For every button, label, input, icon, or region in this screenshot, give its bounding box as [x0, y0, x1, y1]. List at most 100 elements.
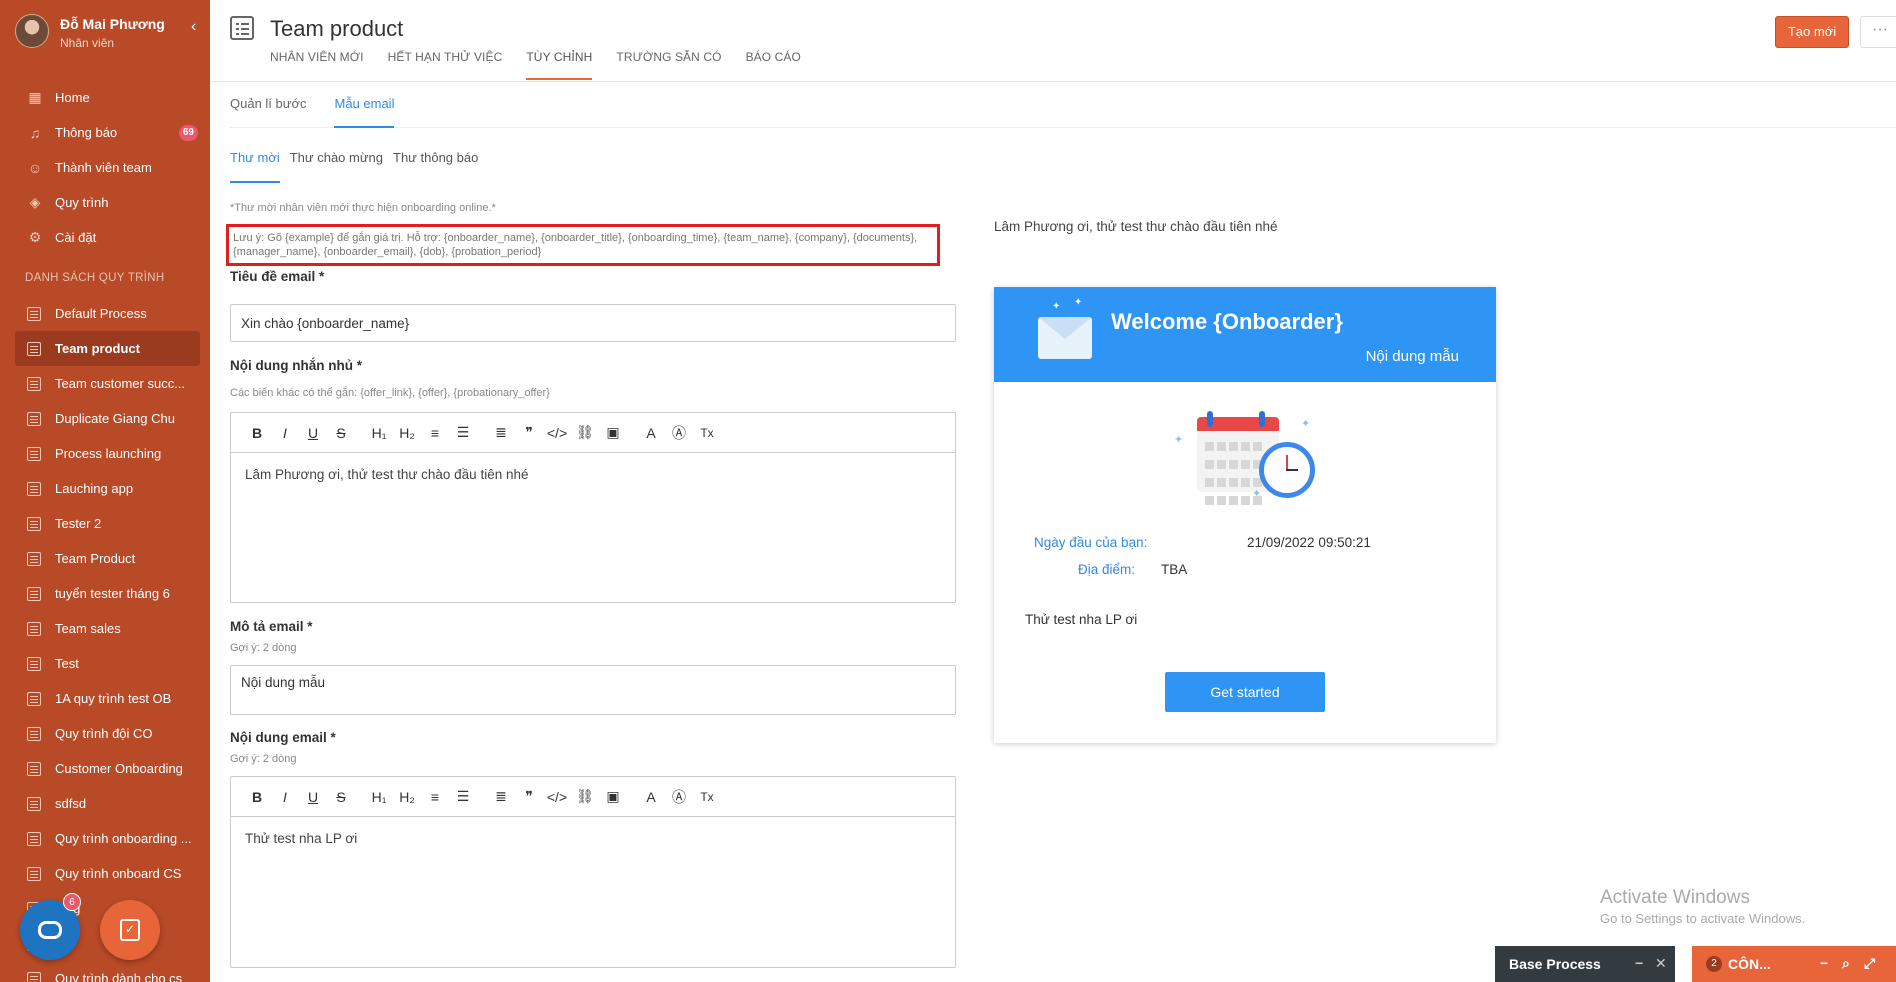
- italic-button[interactable]: I: [271, 421, 299, 445]
- nav-settings[interactable]: ⚙ Cài đặt: [15, 220, 200, 255]
- nav-notifications[interactable]: ♫ Thông báo 69: [15, 115, 200, 150]
- task-button[interactable]: ✓: [100, 900, 160, 960]
- heading1-button[interactable]: H₁: [365, 421, 393, 445]
- create-new-button[interactable]: Tạo mới: [1775, 16, 1849, 48]
- reminder-editor[interactable]: B I U S H₁ H₂ ≡ ☰ ≣ ❞ </> ⛓ ▣ A Ⓐ Tx Lâm Phương ơi, thử…: [230, 412, 956, 603]
- expand-icon[interactable]: ⤢: [1864, 955, 1875, 972]
- code-button[interactable]: </>: [543, 785, 571, 809]
- nav-processes[interactable]: ◈ Quy trình: [15, 185, 200, 220]
- sidebar-process-item[interactable]: Process launching: [15, 436, 200, 471]
- sidebar-process-item[interactable]: Customer Onboarding: [15, 751, 200, 786]
- base-process-bar[interactable]: Base Process − ✕: [1495, 946, 1675, 982]
- heading1-button[interactable]: H₁: [365, 785, 393, 809]
- sidebar-process-item[interactable]: Team customer succ...: [15, 366, 200, 401]
- nav-label: Thành viên team: [55, 160, 152, 175]
- sidebar-process-item[interactable]: Team sales: [15, 611, 200, 646]
- italic-button[interactable]: I: [271, 785, 299, 809]
- tab-available-fields[interactable]: TRƯỜNG SẴN CÓ: [616, 50, 721, 80]
- sidebar-process-item[interactable]: Test: [15, 646, 200, 681]
- blockquote-button[interactable]: ❞: [515, 421, 543, 445]
- sidebar-process-item[interactable]: Quy trình onboarding ...: [15, 821, 200, 856]
- sidebar-process-item[interactable]: Quy trình đội CO: [15, 716, 200, 751]
- user-profile[interactable]: Đỗ Mai Phương Nhân viên ‹: [15, 14, 205, 56]
- tab-notification[interactable]: Thư thông báo: [393, 140, 478, 183]
- bullet-list-button[interactable]: ☰: [449, 785, 477, 809]
- background-color-button[interactable]: Ⓐ: [665, 785, 693, 809]
- location-label: Địa điểm:: [1078, 562, 1136, 577]
- ordered-list-button[interactable]: ≡: [421, 421, 449, 445]
- bold-button[interactable]: B: [243, 421, 271, 445]
- process-label: 1A quy trình test OB: [55, 691, 172, 706]
- align-button[interactable]: ≣: [487, 785, 515, 809]
- clipboard-check-icon: ✓: [120, 919, 140, 941]
- description-input[interactable]: Nội dung mẫu: [230, 665, 956, 715]
- sidebar-process-item[interactable]: Team product: [15, 331, 200, 366]
- heading2-button[interactable]: H₂: [393, 785, 421, 809]
- sidebar-process-item[interactable]: Lauching app: [15, 471, 200, 506]
- minimize-icon[interactable]: −: [1635, 955, 1643, 971]
- sidebar-process-item[interactable]: Default Process: [15, 296, 200, 331]
- minimize-icon[interactable]: −: [1820, 955, 1828, 971]
- reminder-editor-content[interactable]: Lâm Phương ơi, thử test thư chào đầu tiê…: [231, 453, 955, 496]
- tab-welcome[interactable]: Thư chào mừng: [290, 140, 383, 183]
- sidebar-process-item[interactable]: 1A quy trình test OB: [15, 681, 200, 716]
- process-label: Customer Onboarding: [55, 761, 183, 776]
- underline-button[interactable]: U: [299, 785, 327, 809]
- clear-format-button[interactable]: Tx: [693, 785, 721, 809]
- font-color-button[interactable]: A: [637, 421, 665, 445]
- strikethrough-button[interactable]: S: [327, 421, 355, 445]
- bold-button[interactable]: B: [243, 785, 271, 809]
- close-icon[interactable]: ✕: [1655, 955, 1667, 972]
- strikethrough-button[interactable]: S: [327, 785, 355, 809]
- clear-format-button[interactable]: Tx: [693, 421, 721, 445]
- document-list-icon: [27, 481, 41, 496]
- blockquote-button[interactable]: ❞: [515, 785, 543, 809]
- sidebar-process-item[interactable]: sdfsd: [15, 786, 200, 821]
- nav-home[interactable]: ▦ Home: [15, 80, 200, 115]
- sidebar: Đỗ Mai Phương Nhân viên ‹ ▦ Home ♫ Thông…: [0, 0, 210, 982]
- sidebar-process-item[interactable]: Team Product: [15, 541, 200, 576]
- process-label: Team customer succ...: [55, 376, 186, 391]
- activation-watermark-text: Go to Settings to activate Windows.: [1600, 911, 1806, 926]
- bullet-list-button[interactable]: ☰: [449, 421, 477, 445]
- task-bar[interactable]: 2 CÔN... − ⌕ ⤢: [1692, 946, 1896, 982]
- align-button[interactable]: ≣: [487, 421, 515, 445]
- tab-customize[interactable]: TÙY CHỈNH: [526, 50, 593, 80]
- underline-button[interactable]: U: [299, 421, 327, 445]
- more-options-button[interactable]: ···: [1860, 16, 1896, 48]
- content-editor[interactable]: B I U S H₁ H₂ ≡ ☰ ≣ ❞ </> ⛓ ▣ A Ⓐ Tx Thử test nha LP ơi: [230, 776, 956, 968]
- code-button[interactable]: </>: [543, 421, 571, 445]
- tab-invitation[interactable]: Thư mời: [230, 140, 280, 183]
- tab-new-employees[interactable]: NHÂN VIÊN MỚI: [270, 50, 364, 80]
- link-button[interactable]: ⛓: [571, 785, 599, 809]
- tab-email-templates[interactable]: Mẫu email: [334, 82, 395, 128]
- subject-input[interactable]: Xin chào {onboarder_name}: [230, 304, 956, 342]
- search-icon[interactable]: ⌕: [1842, 955, 1850, 972]
- sidebar-process-item[interactable]: Quy trình dành cho cs: [15, 961, 200, 982]
- document-list-icon: [27, 341, 41, 356]
- link-button[interactable]: ⛓: [571, 421, 599, 445]
- font-color-button[interactable]: A: [637, 785, 665, 809]
- get-started-button[interactable]: Get started: [1165, 672, 1325, 712]
- document-list-icon: [27, 691, 41, 706]
- chat-badge: 6: [63, 893, 81, 911]
- image-button[interactable]: ▣: [599, 421, 627, 445]
- tab-probation-expiry[interactable]: HẾT HẠN THỬ VIỆC: [388, 50, 503, 80]
- nav-team-members[interactable]: ☺ Thành viên team: [15, 150, 200, 185]
- ordered-list-button[interactable]: ≡: [421, 785, 449, 809]
- sidebar-process-item[interactable]: Quy trình onboard CS: [15, 856, 200, 891]
- sidebar-process-item[interactable]: Tester 2: [15, 506, 200, 541]
- sidebar-process-item[interactable]: Duplicate Giang Chu: [15, 401, 200, 436]
- collapse-sidebar-icon[interactable]: ‹: [191, 18, 196, 36]
- tab-step-management[interactable]: Quản lí bước: [230, 82, 306, 128]
- notification-badge: 69: [178, 125, 198, 141]
- tab-reports[interactable]: BÁO CÁO: [746, 50, 801, 80]
- heading2-button[interactable]: H₂: [393, 421, 421, 445]
- content-editor-content[interactable]: Thử test nha LP ơi: [231, 817, 955, 860]
- background-color-button[interactable]: Ⓐ: [665, 421, 693, 445]
- sidebar-process-item[interactable]: tuyển tester tháng 6: [15, 576, 200, 611]
- main-nav: ▦ Home ♫ Thông báo 69 ☺ Thành viên team …: [15, 80, 200, 255]
- list-icon: [230, 16, 254, 40]
- nav-label: Home: [55, 90, 90, 105]
- image-button[interactable]: ▣: [599, 785, 627, 809]
